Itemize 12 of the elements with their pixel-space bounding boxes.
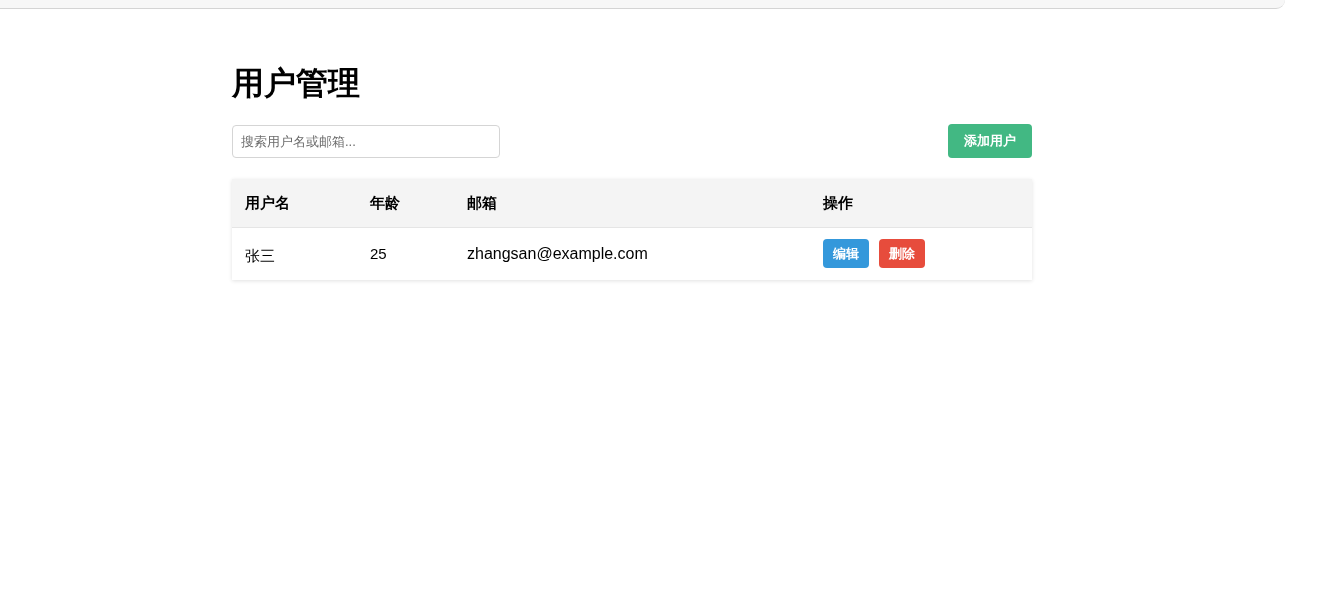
search-field[interactable]: 搜索用户名或邮箱...	[232, 124, 500, 158]
column-header: 用户名	[245, 193, 290, 211]
page-title: 用户管理	[232, 64, 360, 103]
table-cell: 张三	[245, 246, 275, 264]
add-user-button[interactable]: 添加用户	[948, 124, 1032, 158]
delete-button[interactable]: 删除	[879, 239, 925, 269]
column-header: 操作	[823, 193, 853, 211]
column-header: 邮箱	[467, 193, 497, 211]
edit-button[interactable]: 编辑	[823, 239, 869, 269]
table-cell: zhangsan@example.com	[467, 244, 648, 262]
table-cell: 25	[370, 244, 387, 262]
column-header: 年龄	[370, 193, 400, 211]
